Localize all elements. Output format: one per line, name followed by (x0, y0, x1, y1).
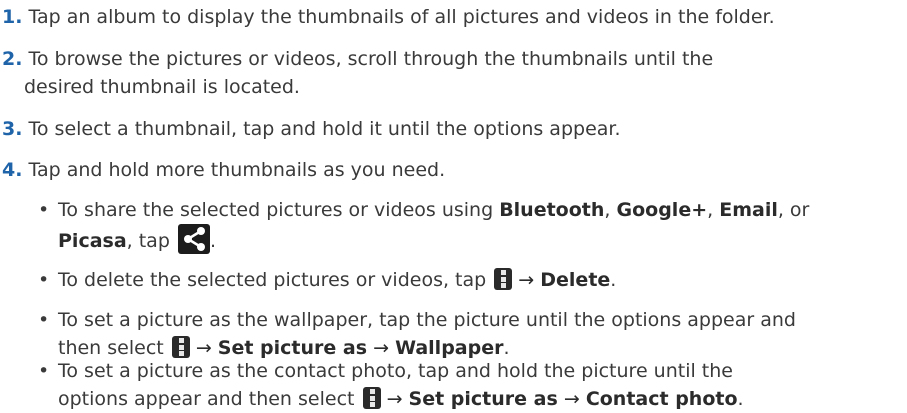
overflow-menu-icon (171, 336, 190, 358)
picasa-term: Picasa (58, 230, 127, 252)
overflow-menu-icon (494, 268, 513, 290)
bullet-text: To share the selected pictures or videos… (58, 199, 500, 221)
bullet-dot: • (38, 199, 50, 221)
delete-term: Delete (540, 269, 611, 291)
bluetooth-term: Bluetooth (499, 199, 605, 221)
bullet-wallpaper: • To set a picture as the wallpaper, tap… (36, 306, 896, 362)
share-icon (177, 224, 210, 254)
separator: , or (777, 199, 810, 221)
period: . (209, 230, 216, 252)
step-3: 3. To select a thumbnail, tap and hold i… (2, 115, 897, 143)
set-picture-as-term: Set picture as (408, 388, 558, 410)
contact-photo-term: Contact photo (585, 388, 738, 410)
step-4: 4. Tap and hold more thumbnails as you n… (2, 156, 897, 184)
arrow-symbol: → (373, 337, 390, 359)
email-term: Email (719, 199, 778, 221)
wallpaper-term: Wallpaper (395, 337, 504, 359)
arrow-symbol: → (195, 337, 212, 359)
step-text: Tap an album to display the thumbnails o… (28, 6, 775, 28)
overflow-menu-icon (362, 387, 381, 409)
bullet-share: • To share the selected pictures or vide… (36, 196, 896, 255)
step-number: 4. (2, 159, 23, 181)
arrow-symbol: → (518, 269, 535, 291)
bullet-text: then select (58, 337, 170, 359)
step-number: 1. (2, 6, 23, 28)
period: . (737, 388, 744, 410)
step-text-continued: desired thumbnail is located. (24, 76, 300, 98)
bullet-text: To set a picture as the contact photo, t… (58, 360, 733, 382)
period: . (503, 337, 510, 359)
separator: , (604, 199, 617, 221)
period: . (610, 269, 617, 291)
step-text: To select a thumbnail, tap and hold it u… (28, 118, 621, 140)
bullet-text: , tap (126, 230, 176, 252)
bullet-text: options appear and then select (58, 388, 361, 410)
bullet-text: To set a picture as the wallpaper, tap t… (58, 309, 796, 331)
step-number: 3. (2, 118, 23, 140)
step-number: 2. (2, 48, 23, 70)
bullet-dot: • (38, 360, 50, 382)
step-text: To browse the pictures or videos, scroll… (28, 48, 714, 70)
step-2: 2. To browse the pictures or videos, scr… (2, 45, 897, 101)
separator: , (707, 199, 720, 221)
step-text: Tap and hold more thumbnails as you need… (28, 159, 446, 181)
bullet-dot: • (38, 269, 50, 291)
bullet-contact-photo: • To set a picture as the contact photo,… (36, 357, 896, 413)
arrow-symbol: → (563, 388, 580, 410)
arrow-symbol: → (386, 388, 403, 410)
step-1: 1. Tap an album to display the thumbnail… (2, 3, 897, 31)
bullet-text: To delete the selected pictures or video… (58, 269, 493, 291)
bullet-dot: • (38, 309, 50, 331)
googleplus-term: Google+ (616, 199, 708, 221)
set-picture-as-term: Set picture as (217, 337, 368, 359)
bullet-delete: • To delete the selected pictures or vid… (36, 266, 896, 294)
